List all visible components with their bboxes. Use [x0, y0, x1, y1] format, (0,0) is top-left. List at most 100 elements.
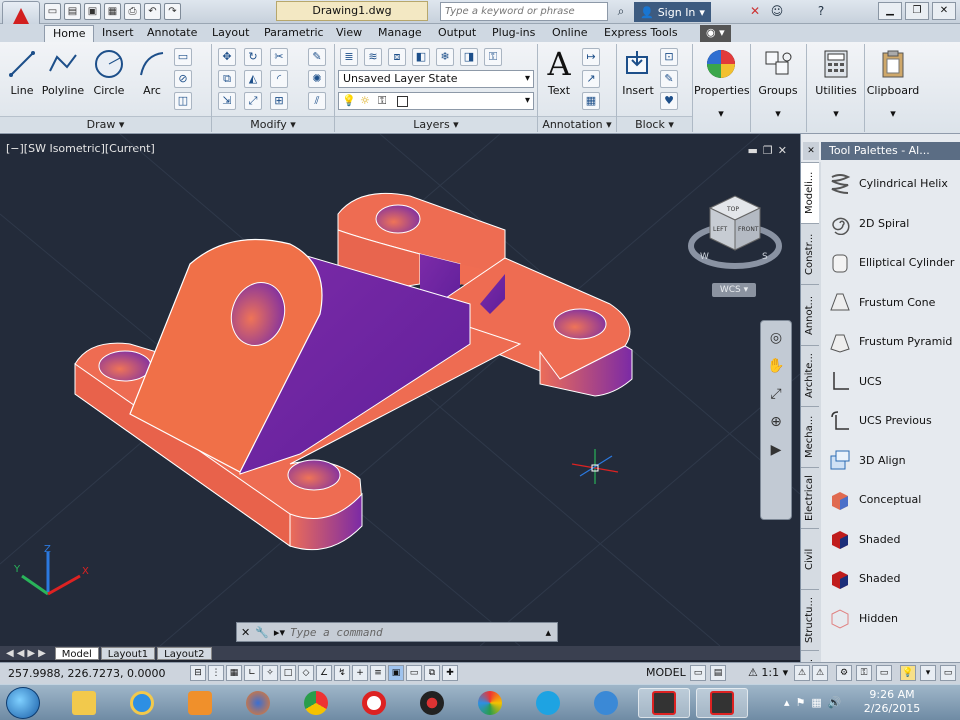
palette-item-elliptical-cylinder[interactable]: Elliptical Cylinder [821, 243, 960, 283]
dynamic-ucs-icon[interactable]: ↯ [334, 665, 350, 681]
tray-arrow-icon[interactable]: ▴ [784, 696, 790, 709]
annotation-scale[interactable]: ⚠ 1:1 ▾ [748, 666, 788, 679]
quick-view-drawings-icon[interactable]: ▤ [710, 665, 726, 681]
scale-icon[interactable]: ⤢ [244, 92, 262, 110]
ortho-mode-icon[interactable]: ∟ [244, 665, 260, 681]
palette-item-shaded-2[interactable]: Shaded [821, 559, 960, 599]
tab-layout1[interactable]: Layout1 [100, 646, 156, 660]
restore-icon[interactable]: ❐ [905, 2, 929, 20]
network-icon[interactable]: ▦ [811, 696, 821, 709]
quick-properties-icon[interactable]: ▭ [406, 665, 422, 681]
flag-icon[interactable]: ⚑ [796, 696, 806, 709]
polyline-tool[interactable]: Polyline [40, 46, 86, 97]
explode-icon[interactable]: ✺ [308, 70, 326, 88]
layer-properties-icon[interactable]: ≣ [340, 48, 358, 66]
edit-attributes-icon[interactable]: ♥ [660, 92, 678, 110]
screen-recorder-icon[interactable] [406, 688, 458, 718]
object-snap-icon[interactable]: □ [280, 665, 296, 681]
palette-item-conceptual[interactable]: Conceptual [821, 480, 960, 520]
start-button[interactable] [6, 687, 40, 719]
palette-item-ucs-previous[interactable]: UCS Previous [821, 401, 960, 441]
array-icon[interactable]: ⊞ [270, 92, 288, 110]
palette-tab-electrical[interactable]: Electrical [801, 467, 819, 528]
palette-tab-mechanical[interactable]: Mecha... [801, 406, 819, 467]
layer-match-icon[interactable]: ⧈ [388, 48, 406, 66]
erase-icon[interactable]: ✎ [308, 48, 326, 66]
firefox-icon[interactable] [232, 688, 284, 718]
toolbar-lock-icon[interactable]: ⚿ [856, 665, 872, 681]
plot-icon[interactable]: ⎙ [124, 3, 141, 20]
command-input[interactable]: Type a command [290, 626, 383, 639]
tab-view[interactable]: View [334, 25, 364, 42]
table-icon[interactable]: ▦ [582, 92, 600, 110]
skype-icon[interactable] [522, 688, 574, 718]
wcs-menu[interactable]: WCS ▾ [712, 283, 756, 297]
palette-item-2d-spiral[interactable]: 2D Spiral [821, 204, 960, 244]
search-icon[interactable]: ⌕ [612, 3, 630, 20]
palette-tab-constraints[interactable]: Constr... [801, 223, 819, 284]
tab-model[interactable]: Model [54, 646, 99, 660]
close-icon[interactable]: ✕ [241, 626, 250, 639]
annotation-panel-title[interactable]: Annotation ▾ [538, 116, 616, 132]
redo-icon[interactable]: ↷ [164, 3, 181, 20]
block-panel-title[interactable]: Block ▾ [617, 116, 692, 132]
selection-cycling-icon[interactable]: ⧉ [424, 665, 440, 681]
pan-icon[interactable]: ✋ [764, 355, 788, 377]
ribbon-toggle-button[interactable]: ◉ ▾ [700, 25, 731, 42]
account-icon[interactable]: ☺ [768, 3, 786, 20]
hatch-icon[interactable]: ⊘ [174, 70, 192, 88]
dimension-icon[interactable]: ↦ [582, 48, 600, 66]
draw-panel-title[interactable]: Draw ▾ [0, 116, 211, 132]
media-player-icon[interactable] [174, 688, 226, 718]
chevron-up-icon[interactable]: ▴ [545, 626, 551, 639]
3d-object-snap-icon[interactable]: ◇ [298, 665, 314, 681]
tab-manage[interactable]: Manage [376, 25, 424, 42]
palette-tab-structural[interactable]: Structu... [801, 589, 819, 650]
create-block-icon[interactable]: ⊡ [660, 48, 678, 66]
opera-icon[interactable] [348, 688, 400, 718]
snap-mode-icon[interactable]: ⋮ [208, 665, 224, 681]
text-tool[interactable]: A Text [542, 45, 576, 97]
layer-state-icon[interactable]: ≋ [364, 48, 382, 66]
steering-wheel-icon[interactable]: ◎ [764, 327, 788, 349]
auto-scale-icon[interactable]: ⚠ [812, 665, 828, 681]
exchange-icon[interactable]: ✕ [746, 3, 764, 20]
wrench-icon[interactable]: 🔧 [255, 626, 269, 639]
coordinates-readout[interactable]: 257.9988, 226.7273, 0.0000 [8, 667, 165, 680]
stretch-icon[interactable]: ⇲ [218, 92, 236, 110]
palette-item-frustum-pyramid[interactable]: Frustum Pyramid [821, 322, 960, 362]
paint-icon[interactable] [464, 688, 516, 718]
palette-item-hidden[interactable]: Hidden [821, 599, 960, 639]
trim-icon[interactable]: ✂ [270, 48, 288, 66]
system-clock[interactable]: 9:26 AM 2/26/2015 [860, 688, 924, 716]
keyword-search-input[interactable]: Type a keyword or phrase [440, 2, 608, 21]
internet-explorer-icon[interactable] [116, 688, 168, 718]
save-icon[interactable]: ▣ [84, 3, 101, 20]
insert-block-tool[interactable]: Insert [620, 46, 656, 97]
autocad-icon[interactable] [696, 688, 748, 718]
help-icon[interactable]: ? [812, 3, 830, 20]
tab-annotate[interactable]: Annotate [145, 25, 199, 42]
layers-panel-title[interactable]: Layers ▾ [335, 116, 537, 132]
palette-item-frustum-cone[interactable]: Frustum Cone [821, 283, 960, 323]
tab-parametric[interactable]: Parametric [262, 25, 326, 42]
tab-output[interactable]: Output [436, 25, 478, 42]
autocad-icon[interactable] [638, 688, 690, 718]
annotation-monitor-icon[interactable]: ✚ [442, 665, 458, 681]
line-tool[interactable]: Line [4, 46, 40, 97]
minimize-icon[interactable]: ▁ [878, 2, 902, 20]
region-icon[interactable]: ◫ [174, 92, 192, 110]
open-file-icon[interactable]: ▤ [64, 3, 81, 20]
palette-item-3d-align[interactable]: 3D Align [821, 441, 960, 481]
zoom-extents-icon[interactable]: ⤢ [764, 383, 788, 405]
chrome-icon[interactable] [290, 688, 342, 718]
tab-layout[interactable]: Layout [210, 25, 251, 42]
status-menu-icon[interactable]: ▾ [920, 665, 936, 681]
clean-screen-icon[interactable]: ▭ [940, 665, 956, 681]
viewcube[interactable]: TOP LEFT FRONT W S [688, 195, 782, 269]
grid-display-icon[interactable]: ▦ [226, 665, 242, 681]
workspace-switching-icon[interactable]: ⚙ [836, 665, 852, 681]
mirror-icon[interactable]: ◭ [244, 70, 262, 88]
messenger-icon[interactable] [580, 688, 632, 718]
palette-tab-civil[interactable]: Civil [801, 528, 819, 589]
